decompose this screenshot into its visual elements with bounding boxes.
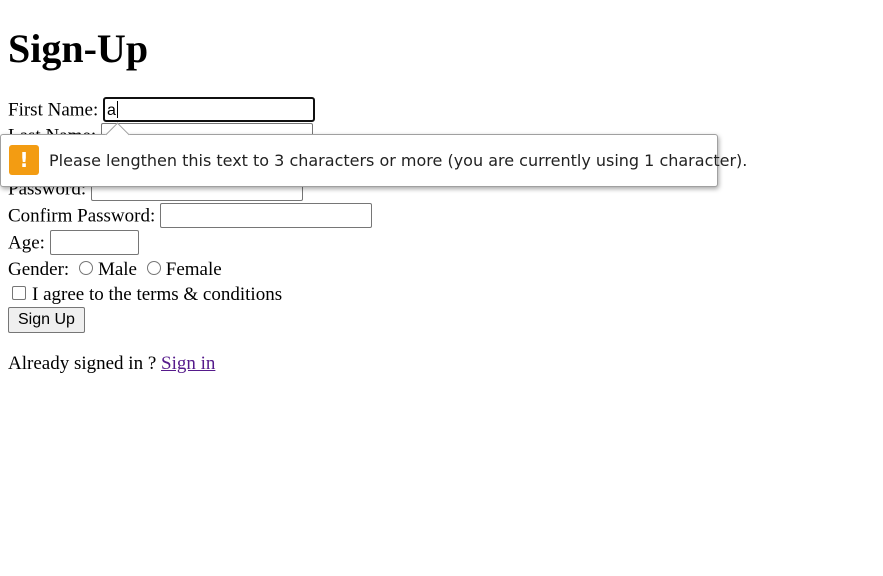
page-title: Sign-Up bbox=[8, 26, 149, 71]
terms-checkbox[interactable] bbox=[12, 285, 26, 300]
sign-in-link[interactable]: Sign in bbox=[161, 353, 215, 374]
age-label: Age: bbox=[8, 232, 45, 254]
sign-up-button[interactable]: Sign Up bbox=[8, 307, 85, 333]
gender-female-radio[interactable] bbox=[146, 260, 161, 275]
gender-female-label: Female bbox=[165, 259, 222, 280]
signin-prompt-text: Already signed in ? bbox=[8, 353, 162, 374]
text-caret bbox=[116, 101, 118, 118]
gender-male-label: Male bbox=[97, 259, 137, 280]
submit-row: Sign Up bbox=[8, 307, 85, 333]
first-name-input[interactable]: a bbox=[103, 97, 315, 122]
gender-male-radio[interactable] bbox=[78, 260, 93, 275]
age-row: Age: bbox=[8, 230, 139, 256]
terms-row: I agree to the terms & conditions bbox=[8, 284, 282, 306]
gender-row: Gender: Male Female bbox=[8, 259, 222, 281]
first-name-value: a bbox=[107, 102, 116, 119]
first-name-row: First Name: a bbox=[8, 97, 315, 123]
exclamation-warning-icon: ! bbox=[9, 145, 39, 175]
validation-tooltip: ! Please lengthen this text to 3 charact… bbox=[0, 122, 747, 187]
age-input[interactable] bbox=[49, 230, 139, 255]
confirm-password-label: Confirm Password: bbox=[8, 205, 156, 227]
first-name-label: First Name: bbox=[8, 99, 99, 121]
gender-label: Gender: bbox=[8, 259, 70, 280]
confirm-password-row: Confirm Password: bbox=[8, 203, 372, 229]
validation-message: Please lengthen this text to 3 character… bbox=[49, 151, 748, 170]
terms-label: I agree to the terms & conditions bbox=[32, 284, 283, 305]
signin-prompt-row: Already signed in ? Sign in bbox=[8, 353, 215, 375]
confirm-password-input[interactable] bbox=[160, 203, 372, 228]
